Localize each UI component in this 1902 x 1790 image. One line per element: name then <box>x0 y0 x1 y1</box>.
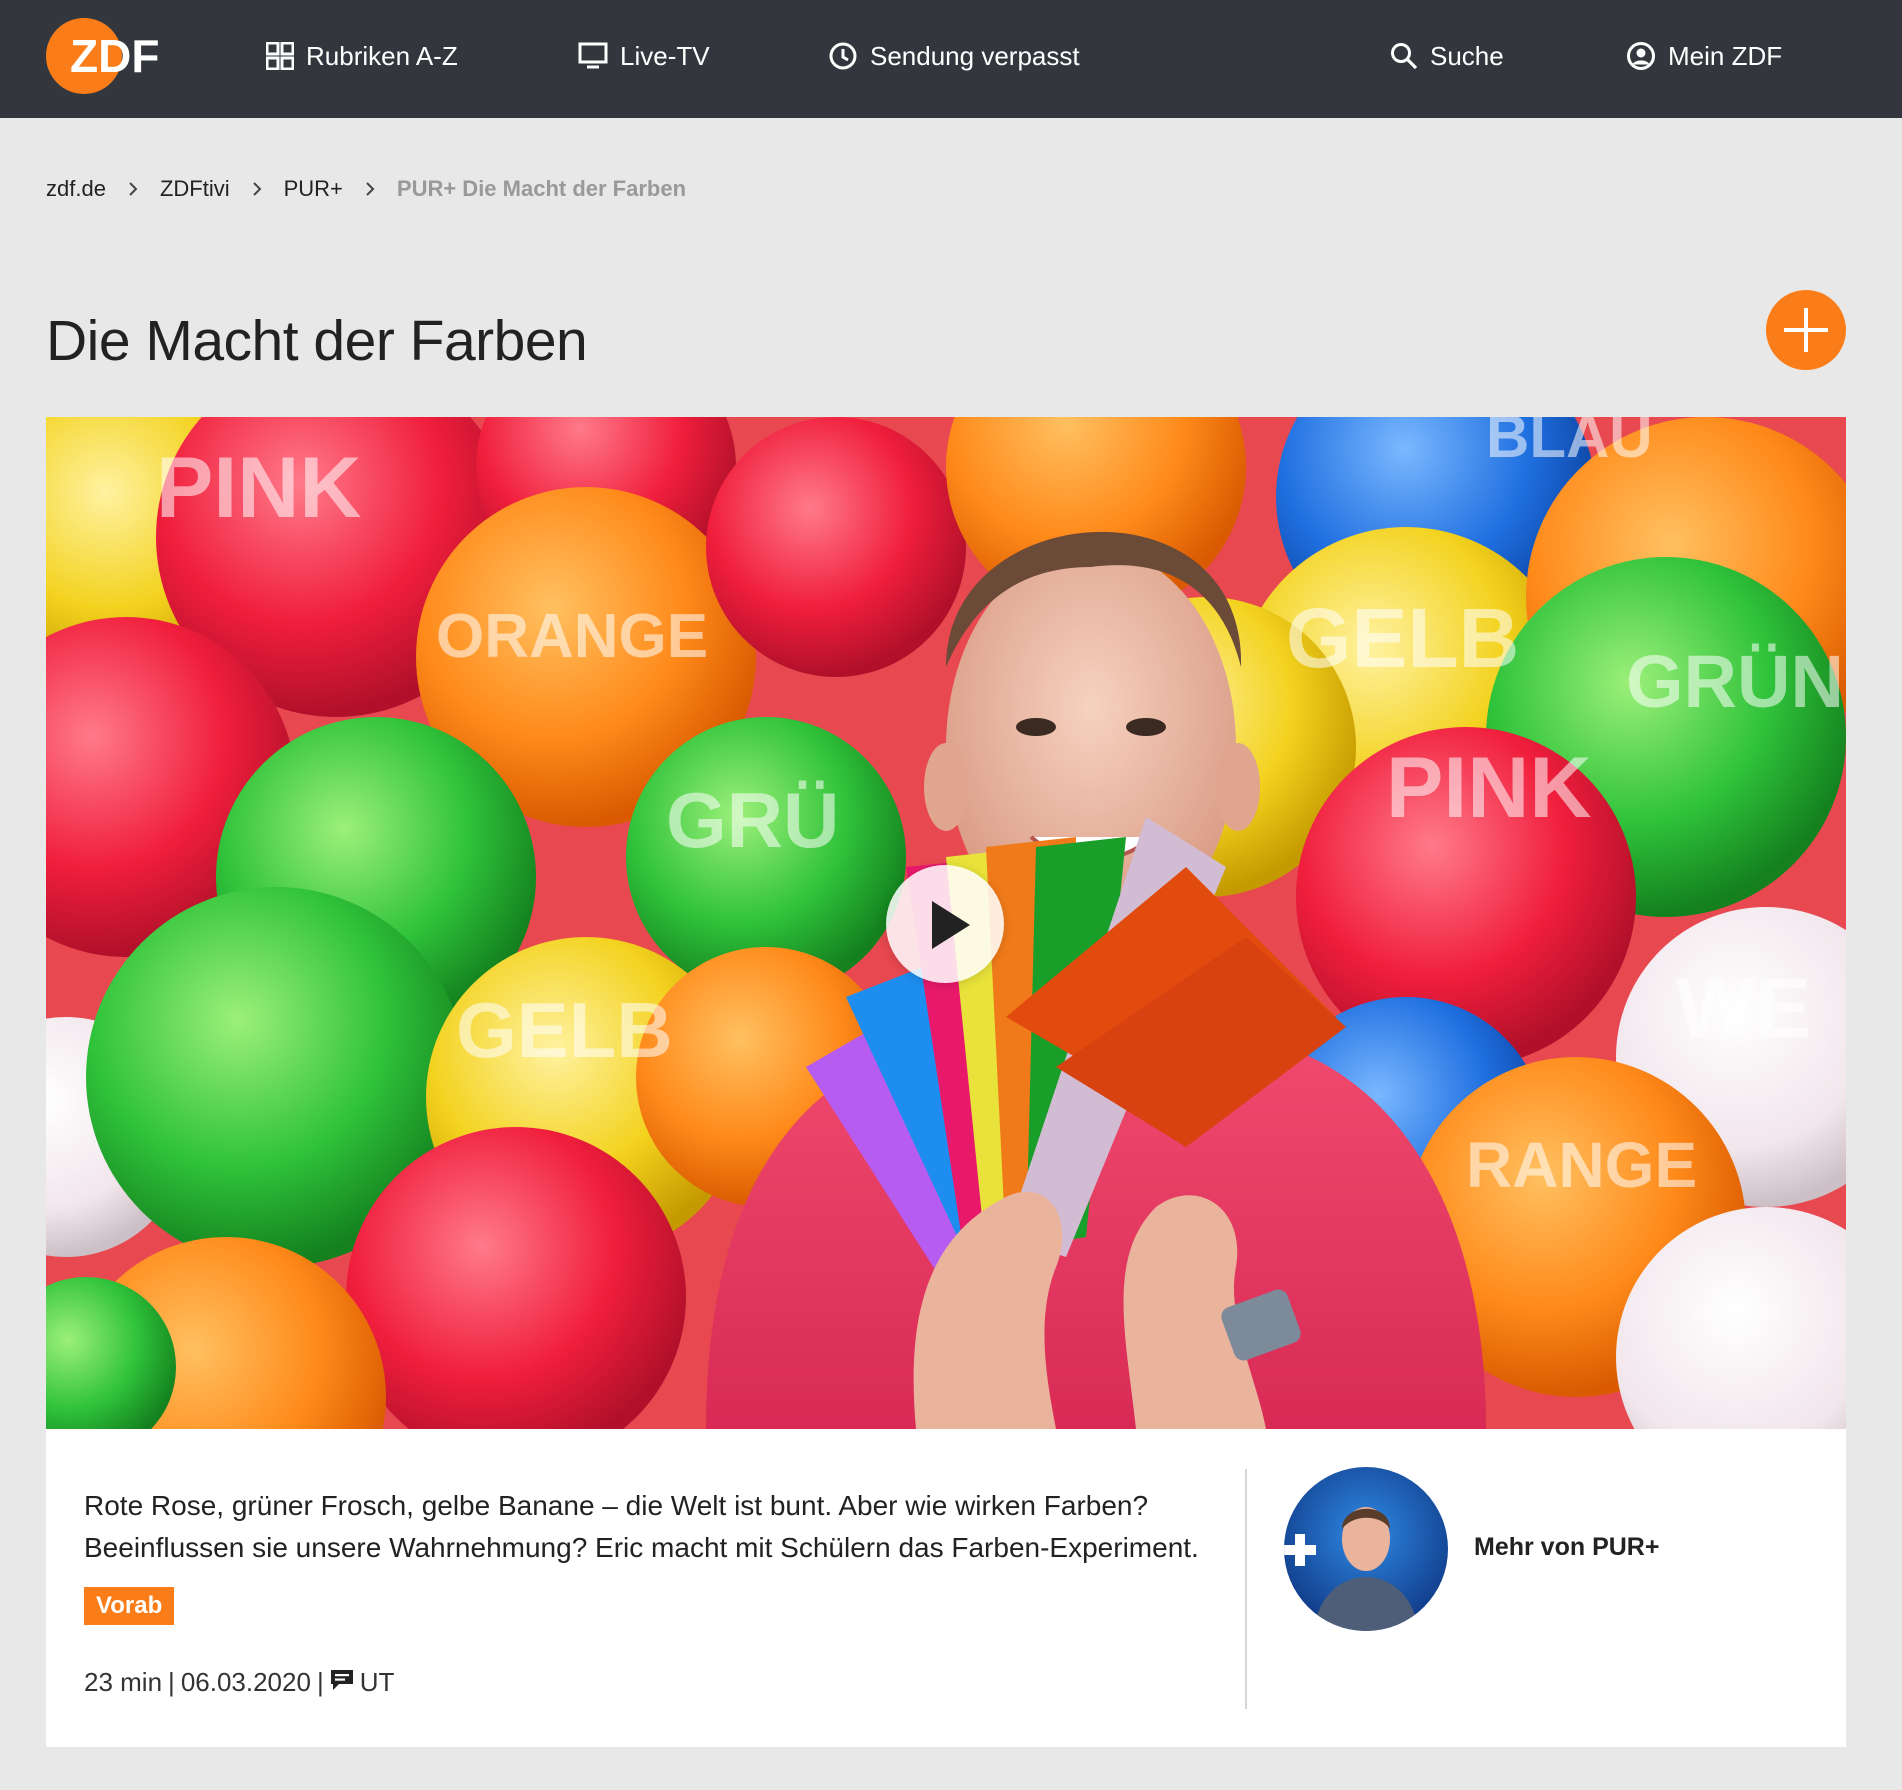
nav-search[interactable]: Suche <box>1390 0 1504 112</box>
chevron-right-icon <box>128 181 138 197</box>
breadcrumb-zdf[interactable]: zdf.de <box>46 176 106 202</box>
logo-text: ZDF <box>70 30 159 82</box>
nav-label: Live-TV <box>620 40 710 71</box>
breadcrumb: zdf.de ZDFtivi PUR+ PUR+ Die Macht der F… <box>46 174 686 204</box>
nav-mein-zdf[interactable]: Mein ZDF <box>1626 0 1782 112</box>
ball-word: GELB <box>1286 591 1519 685</box>
meta-separator: | <box>316 1666 324 1697</box>
video-description: Rote Rose, grüner Frosch, gelbe Banane –… <box>84 1490 1199 1563</box>
user-icon <box>1626 41 1656 71</box>
nav-live-tv[interactable]: Live-TV <box>578 0 710 112</box>
pur-plus-avatar[interactable] <box>1284 1467 1448 1631</box>
nav-label: Suche <box>1430 40 1504 71</box>
clock-icon <box>828 41 858 71</box>
subtitles-icon <box>330 1667 354 1698</box>
nav-rubriken[interactable]: Rubriken A-Z <box>266 0 458 112</box>
play-icon <box>932 901 970 949</box>
vorab-badge: Vorab <box>84 1587 175 1625</box>
chevron-right-icon <box>252 181 262 197</box>
ball-word: ORANGE <box>436 602 708 671</box>
plus-icon <box>1784 308 1828 352</box>
divider <box>1245 1469 1247 1709</box>
ball-word: GRÜN <box>1626 640 1844 723</box>
play-button[interactable] <box>886 865 1004 983</box>
breadcrumb-zdftivi[interactable]: ZDFtivi <box>160 176 230 202</box>
video-thumbnail[interactable]: PINK ORANGE BLAU GELB GRÜN GRÜ PINK GELB… <box>46 417 1846 1429</box>
page-title: Die Macht der Farben <box>46 309 588 373</box>
subtitles-label: UT <box>359 1666 395 1697</box>
video-duration: 23 min <box>84 1666 163 1697</box>
nav-label: Sendung verpasst <box>870 40 1080 71</box>
ball-word: WE <box>1676 961 1811 1055</box>
video-meta: 23 min | 06.03.2020 | UT <box>84 1665 394 1699</box>
video-date: 06.03.2020 <box>180 1666 311 1697</box>
grid-icon <box>266 42 294 70</box>
breadcrumb-pur-plus[interactable]: PUR+ <box>284 176 343 202</box>
ball-word: GELB <box>456 986 673 1074</box>
video-info-panel: Rote Rose, grüner Frosch, gelbe Banane –… <box>46 1429 1846 1747</box>
nav-label: Rubriken A-Z <box>306 40 458 71</box>
add-to-list-button[interactable] <box>1766 290 1846 370</box>
zdf-logo[interactable]: ZDF <box>46 16 180 96</box>
tv-icon <box>578 42 608 70</box>
ball-word: PINK <box>1386 740 1591 836</box>
ball-word: BLAU <box>1486 417 1653 470</box>
meta-separator: | <box>168 1666 175 1697</box>
nav-label: Mein ZDF <box>1668 40 1783 71</box>
search-icon <box>1390 42 1418 70</box>
chevron-right-icon <box>365 181 375 197</box>
ball-word: PINK <box>156 440 361 536</box>
nav-sendung-verpasst[interactable]: Sendung verpasst <box>828 0 1080 112</box>
ball-word: RANGE <box>1466 1129 1697 1201</box>
top-navigation: ZDF Rubriken A-Z Live-TV Sendung verpass… <box>0 0 1902 118</box>
breadcrumb-current: PUR+ Die Macht der Farben <box>396 176 687 201</box>
more-from-pur-plus-link[interactable]: Mehr von PUR+ <box>1474 1533 1659 1562</box>
ball-word: GRÜ <box>666 776 839 864</box>
